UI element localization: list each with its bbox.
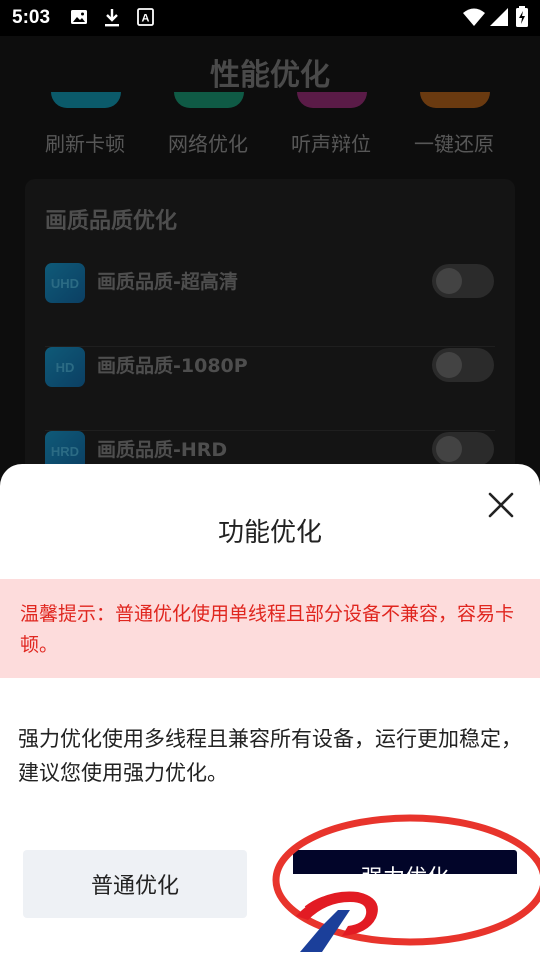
quick-item-icon xyxy=(51,92,121,108)
watermark-logo-icon xyxy=(296,891,378,952)
hd-badge-icon: HD xyxy=(45,347,85,387)
toggle-knob xyxy=(436,268,462,294)
quick-actions: 刷新卡顿 网络优化 听声辩位 一键还原 xyxy=(0,92,540,172)
signal-icon xyxy=(490,8,508,26)
page-title: 性能优化 xyxy=(210,58,330,93)
quality-toggle[interactable] xyxy=(432,432,494,466)
download-icon xyxy=(105,9,119,27)
quick-item-label: 一键还原 xyxy=(414,132,494,156)
row-label: 画质品质-HRD xyxy=(97,439,228,461)
quick-item-icon xyxy=(174,92,244,108)
font-icon: A xyxy=(137,8,154,26)
row-label: 画质品质-1080P xyxy=(97,355,248,377)
image-icon xyxy=(71,10,87,24)
card-title: 画质品质优化 xyxy=(45,209,178,234)
quality-toggle[interactable] xyxy=(432,264,494,298)
toggle-knob xyxy=(436,436,462,462)
status-bar: 5:03 A xyxy=(0,0,540,36)
quick-item-icon xyxy=(420,92,490,108)
svg-text:A: A xyxy=(142,13,150,25)
quick-item-label: 听声辩位 xyxy=(291,132,371,156)
quality-card: 画质品质优化 UHD 画质品质-超高清 HD 画质品质-1080P HRD 画质… xyxy=(25,179,515,479)
quality-row: HD 画质品质-1080P xyxy=(45,347,495,431)
battery-charging-icon xyxy=(516,6,528,27)
quality-row: UHD 画质品质-超高清 xyxy=(45,263,495,347)
row-label: 画质品质-超高清 xyxy=(97,271,238,293)
optimize-sheet: 功能优化 温馨提示：普通优化使用单线程且部分设备不兼容，容易卡顿。 强力优化使用… xyxy=(0,464,540,960)
quality-toggle[interactable] xyxy=(432,348,494,382)
quick-item-label: 网络优化 xyxy=(168,132,248,156)
wifi-icon xyxy=(463,8,485,26)
status-time: 5:03 xyxy=(12,7,51,28)
quick-item-label: 刷新卡顿 xyxy=(45,132,125,156)
highlight-circle xyxy=(272,814,540,946)
uhd-badge-icon: UHD xyxy=(45,263,85,303)
toggle-knob xyxy=(436,352,462,378)
quick-item-icon xyxy=(297,92,367,108)
